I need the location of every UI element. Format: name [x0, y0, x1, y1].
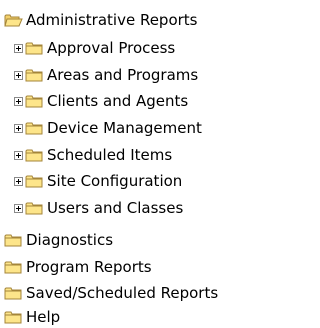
expand-plus-icon[interactable] [14, 203, 23, 213]
tree-node-help[interactable]: Help [4, 306, 60, 328]
folder-icon [25, 69, 43, 81]
tree-node-label: Device Management [47, 119, 202, 137]
tree-node-label: Scheduled Items [47, 146, 173, 164]
tree-node-program-reports[interactable]: Program Reports [4, 256, 152, 278]
tree-node-clients-and-agents[interactable]: Clients and Agents [14, 90, 188, 112]
tree-node-label: Site Configuration [47, 172, 183, 190]
tree-node-users-and-classes[interactable]: Users and Classes [14, 197, 183, 219]
tree-node-saved-scheduled-reports[interactable]: Saved/Scheduled Reports [4, 282, 218, 304]
tree-node-label: Approval Process [47, 39, 176, 57]
folder-icon [25, 175, 43, 187]
expand-plus-icon[interactable] [14, 123, 23, 133]
tree-node-administrative-reports[interactable]: Administrative Reports [4, 9, 198, 31]
tree-node-label: Help [26, 308, 61, 326]
folder-icon [4, 261, 22, 273]
folder-icon [25, 42, 43, 54]
folder-icon [25, 149, 43, 161]
folder-icon [25, 122, 43, 134]
tree-node-label: Users and Classes [47, 199, 184, 217]
tree-node-diagnostics[interactable]: Diagnostics [4, 229, 113, 251]
expand-plus-icon[interactable] [14, 70, 23, 80]
folder-icon [4, 287, 22, 299]
tree-node-label: Clients and Agents [47, 92, 189, 110]
expand-plus-icon[interactable] [14, 150, 23, 160]
tree-node-scheduled-items[interactable]: Scheduled Items [14, 144, 172, 166]
folder-icon [25, 202, 43, 214]
expand-plus-icon[interactable] [14, 43, 23, 53]
tree-node-label: Administrative Reports [26, 11, 198, 29]
tree-node-device-management[interactable]: Device Management [14, 117, 202, 139]
tree-node-label: Saved/Scheduled Reports [26, 284, 219, 302]
expand-plus-icon[interactable] [14, 96, 23, 106]
report-tree: Administrative Reports Approval Process … [0, 0, 304, 328]
tree-node-site-configuration[interactable]: Site Configuration [14, 170, 182, 192]
tree-node-label: Program Reports [26, 258, 152, 276]
tree-node-approval-process[interactable]: Approval Process [14, 37, 175, 59]
folder-open-icon [4, 14, 23, 26]
tree-node-areas-and-programs[interactable]: Areas and Programs [14, 64, 198, 86]
folder-icon [4, 234, 22, 246]
folder-icon [4, 311, 22, 323]
tree-node-label: Diagnostics [26, 231, 114, 249]
folder-icon [25, 95, 43, 107]
expand-plus-icon[interactable] [14, 176, 23, 186]
tree-node-label: Areas and Programs [47, 66, 199, 84]
